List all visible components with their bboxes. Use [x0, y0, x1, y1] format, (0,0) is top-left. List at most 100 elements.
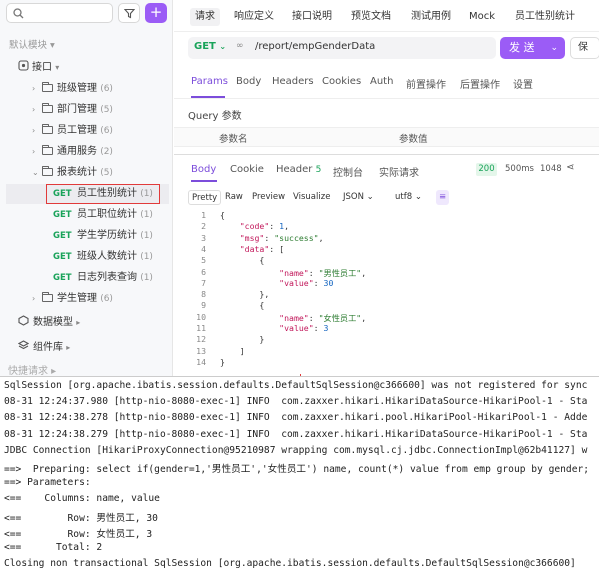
resp-tab-cookie[interactable]: Cookie — [230, 164, 264, 175]
tab-mock[interactable]: Mock — [464, 8, 500, 26]
link-icon: ∞ — [236, 41, 244, 51]
endpoint-emp-gender[interactable]: GET 员工性别统计 (1) — [6, 184, 169, 204]
api-icon — [18, 60, 29, 71]
format-pretty[interactable]: Pretty — [188, 190, 222, 205]
console-output: SqlSession [org.apache.ibatis.session.de… — [0, 376, 599, 573]
code-line: "value": 30 — [279, 277, 334, 288]
endpoint-emp-job[interactable]: GET 员工职位统计 (1) — [53, 205, 172, 225]
chevron-right-icon: › — [32, 147, 36, 156]
components-section[interactable]: 组件库 ▸ — [17, 338, 172, 358]
tree-root-api[interactable]: 接口 ▾ — [18, 58, 172, 78]
module-group-label[interactable]: 默认模块 ▾ — [9, 37, 55, 51]
console-line: <== Total: 2 — [4, 542, 103, 553]
send-button[interactable]: 发 送 ⌄ — [500, 37, 565, 59]
data-model-section[interactable]: 数据模型 ▸ — [18, 313, 172, 333]
folder-common-service[interactable]: › 通用服务 (2) — [32, 142, 172, 162]
console-line: SqlSession [org.apache.ibatis.session.de… — [4, 380, 588, 391]
line-number: 1 — [201, 210, 206, 220]
response-body: 1 {2 "code": 1, 3 "msg": "success", 4 "data… — [182, 210, 599, 376]
tab-body[interactable]: Body — [236, 76, 261, 87]
line-number: 8 — [201, 289, 206, 300]
tab-emp-gender[interactable]: 员工性别统计 — [510, 8, 580, 26]
search-input[interactable] — [6, 3, 113, 23]
line-number: 4 — [201, 243, 206, 254]
line-number: 2 — [201, 221, 206, 232]
console-line: 08-31 12:24:38.279 [http-nio-8080-exec-1… — [4, 428, 588, 440]
code-line: { — [220, 210, 225, 220]
console-line: <== Row: 男性员工, 30 — [4, 512, 158, 524]
tab-pre-ops[interactable]: 前置操作 — [406, 76, 446, 91]
folder-emp-mgmt[interactable]: › 员工管理 (6) — [32, 121, 172, 141]
active-tab-indicator — [191, 180, 217, 182]
line-number: 12 — [196, 334, 206, 345]
code-line: "code": 1, — [239, 221, 290, 232]
layers-icon — [17, 340, 30, 350]
console-line: ==> Parameters: — [4, 477, 97, 489]
url-bar[interactable]: GET ⌄ ∞ /report/empGenderData — [188, 37, 496, 59]
sidebar: + 默认模块 ▾ 接口 ▾ › 班级管理 (6) › 部门管理 (5) › 员工管理 … — [0, 0, 173, 376]
endpoint-student-degree[interactable]: GET 学生学历统计 (1) — [53, 226, 172, 246]
console-line: <== Columns: name, value — [4, 493, 160, 505]
add-button[interactable]: + — [145, 3, 167, 23]
line-number: 14 — [196, 356, 206, 367]
chevron-down-icon[interactable]: ⌄ — [550, 37, 558, 59]
tab-preview-doc[interactable]: 预览文档 — [346, 8, 396, 26]
chevron-right-icon: › — [32, 84, 36, 93]
chevron-right-icon: › — [32, 105, 36, 114]
folder-icon — [42, 145, 53, 155]
format-visualize[interactable]: Visualize — [290, 190, 333, 205]
share-icon[interactable]: ⋖ — [566, 162, 574, 173]
console-line: JDBC Connection [HikariProxyConnection@9… — [4, 444, 588, 456]
resp-tab-console[interactable]: 控制台 — [333, 164, 363, 179]
folder-icon — [42, 166, 53, 176]
query-title: Query 参数 — [188, 111, 242, 122]
resp-size: 1048 — [540, 164, 562, 174]
json-select[interactable]: JSON ⌄ — [340, 190, 377, 205]
folder-icon — [42, 292, 53, 302]
chevron-right-icon: › — [32, 294, 36, 303]
line-number: 7 — [201, 277, 206, 288]
code-line: "data": [ — [239, 243, 285, 254]
resp-tab-body[interactable]: Body — [191, 164, 216, 175]
code-line: } — [220, 334, 265, 345]
tab-cookies[interactable]: Cookies — [322, 76, 361, 87]
line-number: 3 — [201, 232, 206, 243]
url-input[interactable]: /report/empGenderData — [255, 41, 375, 52]
save-button[interactable]: 保 — [570, 37, 599, 59]
encoding-select[interactable]: utf8 ⌄ — [392, 190, 425, 205]
tab-test-cases[interactable]: 测试用例 — [406, 8, 456, 26]
format-preview[interactable]: Preview — [249, 190, 288, 205]
tab-api-doc[interactable]: 接口说明 — [287, 8, 337, 26]
status-badge: 200 — [476, 163, 497, 176]
tab-response-def[interactable]: 响应定义 — [229, 8, 279, 26]
code-line: { — [220, 255, 265, 266]
resp-tab-header[interactable]: Header 5 — [276, 164, 321, 175]
tab-auth[interactable]: Auth — [370, 76, 393, 87]
tab-settings[interactable]: 设置 — [513, 76, 533, 91]
folder-icon — [42, 103, 53, 113]
folder-dept-mgmt[interactable]: › 部门管理 (5) — [32, 100, 172, 120]
filter-icon[interactable] — [118, 3, 140, 23]
resp-tab-actual[interactable]: 实际请求 — [379, 164, 419, 179]
line-number: 6 — [201, 266, 206, 277]
format-raw[interactable]: Raw — [222, 190, 246, 205]
folder-report-stats[interactable]: ⌄ 报表统计 (5) — [32, 163, 172, 183]
code-line: "msg": "success", — [239, 232, 324, 243]
cube-icon — [18, 315, 29, 326]
code-line: } — [220, 356, 225, 367]
wrap-lines-icon[interactable]: ≡ — [436, 190, 450, 205]
tab-headers[interactable]: Headers — [272, 76, 314, 87]
code-line: "name": "男性员工", — [279, 267, 367, 278]
tab-post-ops[interactable]: 后置操作 — [460, 76, 500, 91]
folder-class-mgmt[interactable]: › 班级管理 (6) — [32, 79, 172, 99]
method-select[interactable]: GET ⌄ — [194, 41, 226, 52]
quick-request-section[interactable]: 快捷请求 ▸ — [8, 362, 172, 376]
divider — [174, 98, 599, 99]
code-line: "value": 3 — [279, 323, 329, 333]
pane-splitter[interactable] — [174, 154, 599, 155]
endpoint-log-list[interactable]: GET 日志列表查询 (1) — [53, 268, 172, 288]
tab-params[interactable]: Params — [191, 76, 228, 87]
tab-request[interactable]: 请求 — [190, 8, 220, 26]
endpoint-class-count[interactable]: GET 班级人数统计 (1) — [53, 247, 172, 267]
folder-student-mgmt[interactable]: › 学生管理 (6) — [32, 289, 172, 309]
